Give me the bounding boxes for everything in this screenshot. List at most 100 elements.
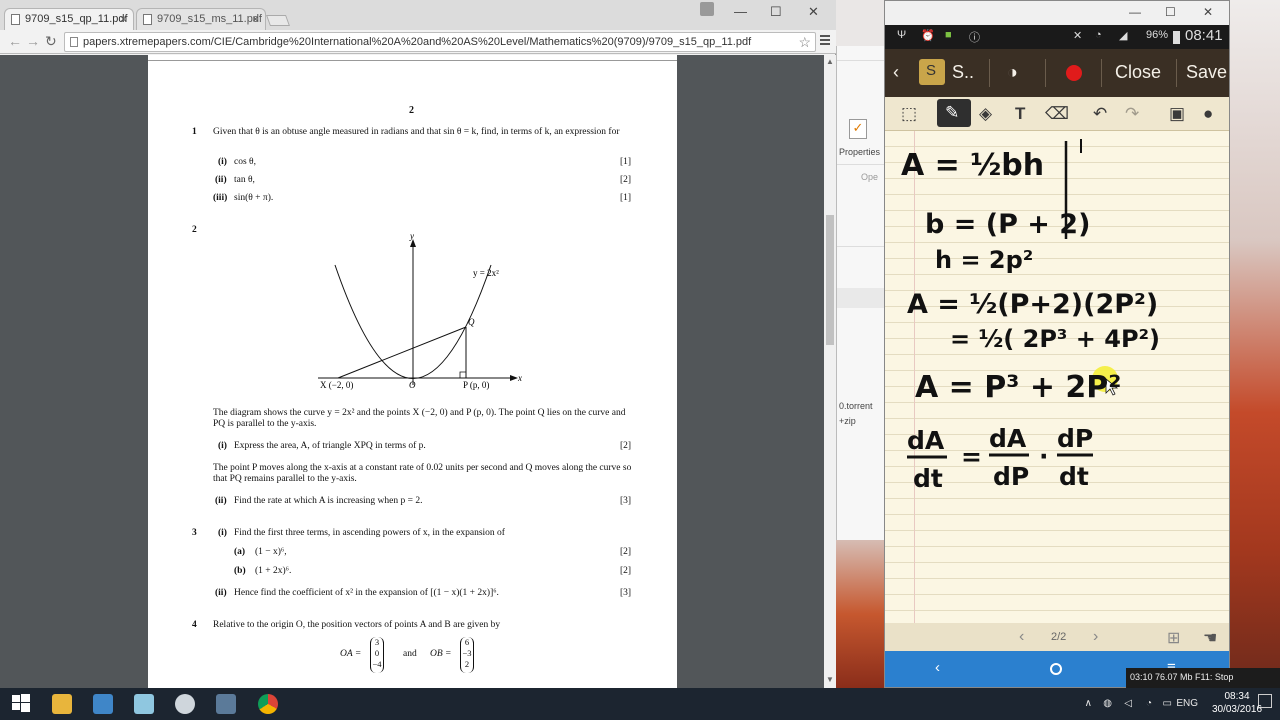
prev-page-icon[interactable]: ‹ xyxy=(1019,628,1024,646)
q1-part-i-text: cos θ, xyxy=(234,157,256,167)
close-icon[interactable]: ✕ xyxy=(808,4,819,20)
q3-part-ii-marks: [3] xyxy=(620,588,632,598)
forward-icon[interactable]: → xyxy=(26,33,40,49)
dadt-numerator: dA xyxy=(907,426,945,455)
minimize-icon[interactable]: — xyxy=(734,4,747,19)
properties-label: Properties xyxy=(839,147,881,157)
tab-label: 9709_s15_qp_11.pdf xyxy=(25,13,128,25)
oa-component-2: 0 xyxy=(374,648,380,658)
new-tab-button[interactable] xyxy=(265,15,291,26)
pen-tool-icon[interactable]: ✎ xyxy=(937,99,971,127)
scroll-up-icon[interactable]: ▲ xyxy=(826,57,834,66)
next-page-icon[interactable]: › xyxy=(1093,628,1098,646)
q3-part-i-text: Find the first three terms, in ascending… xyxy=(234,528,505,538)
q3-sub-a-label: (a) xyxy=(234,547,246,557)
close-icon[interactable]: ✕ xyxy=(1203,5,1213,19)
document-icon xyxy=(143,14,152,25)
insert-image-icon[interactable]: ▣ xyxy=(1169,104,1185,124)
nav-back-icon[interactable]: ‹ xyxy=(935,659,940,676)
volume-icon[interactable]: ◁ xyxy=(1124,698,1132,709)
origin-label: O xyxy=(409,380,416,390)
maximize-icon[interactable]: ☐ xyxy=(770,4,782,20)
app-icon[interactable] xyxy=(216,694,236,714)
app-icon[interactable] xyxy=(175,694,195,714)
multiply-dot: · xyxy=(1039,442,1049,471)
tab-question-paper[interactable]: 9709_s15_qp_11.pdf × xyxy=(4,8,134,30)
desktop-wallpaper xyxy=(836,540,884,688)
reload-icon[interactable]: ↻ xyxy=(45,33,57,50)
scrollbar-thumb[interactable] xyxy=(826,215,834,345)
oa-vector: 3 0 −4 xyxy=(370,637,384,673)
shape-tool-icon[interactable]: ◈ xyxy=(979,104,992,124)
app-title[interactable]: S.. xyxy=(952,62,974,83)
address-bar[interactable]: papers.xtremepapers.com/CIE/Cambridge%20… xyxy=(64,32,816,52)
scroll-down-icon[interactable]: ▼ xyxy=(826,675,834,684)
q3-part-i-label: (i) xyxy=(218,528,227,538)
nav-home-icon[interactable] xyxy=(1050,663,1062,675)
text-tool-icon[interactable]: T xyxy=(1015,104,1025,124)
app-tray-icon[interactable]: ◍ xyxy=(1103,698,1112,709)
page-icon xyxy=(70,37,78,47)
close-icon[interactable]: × xyxy=(252,12,259,26)
q2-text-1: The diagram shows the curve y = 2x² and … xyxy=(213,408,626,429)
q1-part-iii-marks: [1] xyxy=(620,193,632,203)
q1-part-iii-text: sin(θ + π). xyxy=(234,193,274,203)
dadp-numerator: dA xyxy=(989,424,1027,453)
undo-icon[interactable]: ↶ xyxy=(1093,104,1107,124)
battery-icon[interactable]: ▭ xyxy=(1163,698,1172,709)
file-item-torrent[interactable]: 0.torrent xyxy=(839,401,873,411)
document-icon xyxy=(11,14,20,25)
file-explorer-icon[interactable] xyxy=(52,694,72,714)
tray-expand-icon[interactable]: ∧ xyxy=(1085,698,1092,709)
redo-icon[interactable]: ↷ xyxy=(1125,104,1139,124)
pdf-viewer[interactable]: 2 1 Given that θ is an obtuse angle meas… xyxy=(0,55,824,688)
back-icon[interactable]: ← xyxy=(8,33,22,49)
app-icon[interactable] xyxy=(134,694,154,714)
minimize-icon[interactable]: — xyxy=(1129,5,1141,19)
control-panel-icon[interactable] xyxy=(93,694,113,714)
wifi-icon[interactable]: ◔ xyxy=(1146,698,1152,709)
maximize-icon[interactable]: ☐ xyxy=(1165,5,1176,19)
back-icon[interactable]: ‹ xyxy=(893,62,899,83)
bookmark-star-icon[interactable]: ☆ xyxy=(798,34,811,51)
save-button[interactable]: Save xyxy=(1186,62,1227,83)
add-page-icon[interactable]: ⊞ xyxy=(1167,628,1180,648)
pdf-scrollbar[interactable]: ▲ ▼ xyxy=(824,55,836,688)
previous-page-edge xyxy=(148,55,677,61)
chrome-icon[interactable] xyxy=(258,694,278,714)
q1-part-ii-text: tan θ, xyxy=(234,175,255,185)
close-button[interactable]: Close xyxy=(1115,62,1161,83)
ob-component-2: −3 xyxy=(462,648,472,658)
hand-tool-icon[interactable]: ☚ xyxy=(1203,628,1217,648)
properties-icon[interactable]: ✓ xyxy=(849,119,867,139)
taskbar-clock[interactable]: 08:34 30/03/2016 xyxy=(1207,690,1267,716)
selected-row[interactable] xyxy=(837,288,884,308)
close-icon[interactable]: × xyxy=(120,12,127,26)
tab-mark-scheme[interactable]: 9709_s15_ms_11.pdf × xyxy=(136,8,266,30)
divider xyxy=(1101,59,1102,87)
q2-part-i-marks: [2] xyxy=(620,441,632,451)
user-icon[interactable] xyxy=(700,2,714,16)
eraser-tool-icon[interactable]: ⌫ xyxy=(1045,104,1069,124)
q2-part-ii-marks: [3] xyxy=(620,496,632,506)
microphone-icon[interactable]: ● xyxy=(1203,104,1213,124)
palette-icon[interactable]: ◑ xyxy=(1007,62,1018,83)
y-axis-label: y xyxy=(409,231,414,241)
note-canvas[interactable]: A = ½bh b = (P + 2) h = 2p² A = ½(P+2)(2… xyxy=(885,131,1229,623)
app-logo-icon: S xyxy=(919,59,945,85)
record-icon[interactable] xyxy=(1066,65,1082,81)
info-icon: ⓘ xyxy=(969,32,980,44)
file-item-zip[interactable]: +zip xyxy=(839,416,856,426)
menu-icon[interactable] xyxy=(820,35,830,37)
taskbar-time: 08:34 xyxy=(1224,691,1250,702)
start-button[interactable] xyxy=(12,694,32,714)
x-axis-label: x xyxy=(517,373,522,383)
select-tool-icon[interactable]: ⬚ xyxy=(901,104,917,124)
tab-label: 9709_s15_ms_11.pdf xyxy=(157,13,262,25)
page-number: 2 xyxy=(409,105,414,116)
browser-toolbar: ← → ↻ papers.xtremepapers.com/CIE/Cambri… xyxy=(0,30,836,54)
recorder-bar[interactable]: 03:10 76.07 Mb F11: Stop xyxy=(1126,668,1280,688)
language-indicator[interactable]: ENG xyxy=(1176,698,1198,709)
q3-sub-b-text: (1 + 2x)⁶. xyxy=(255,566,292,576)
equals-sign: = xyxy=(961,442,982,471)
